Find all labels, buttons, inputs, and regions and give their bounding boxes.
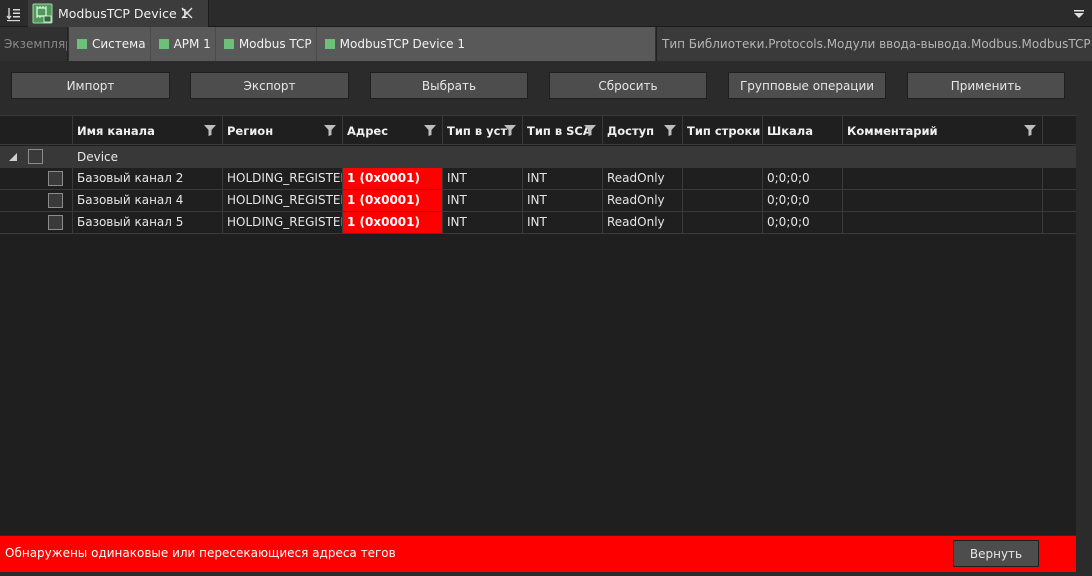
cell-comment[interactable] (843, 168, 1043, 189)
row-checkbox[interactable] (48, 171, 63, 186)
modbus-device-editor: ModbusTCP Device 1 Экземпляр Система АРМ… (0, 0, 1092, 576)
cell-scada-type[interactable]: INT (523, 212, 603, 233)
cell-name[interactable]: Базовый канал 2 (73, 168, 223, 189)
cell-device-type[interactable]: INT (443, 168, 523, 189)
cell-device-type[interactable]: INT (443, 190, 523, 211)
dropdown-menu-icon[interactable] (1065, 0, 1092, 27)
cell-access[interactable]: ReadOnly (603, 168, 683, 189)
column-header-string-type[interactable]: Тип строки (683, 116, 763, 145)
filter-icon[interactable] (504, 124, 516, 136)
cell-scada-type[interactable]: INT (523, 190, 603, 211)
cell-string-type[interactable] (683, 212, 763, 233)
breadcrumb-item-modbus-tcp[interactable]: Modbus TCP (216, 27, 317, 61)
group-checkbox[interactable] (28, 149, 43, 164)
grid-header: Имя канала Регион Адрес Тип в уст Тип в … (0, 116, 1076, 145)
cell-address-error[interactable]: 1 (0x0001) (343, 190, 443, 211)
list-sort-icon[interactable] (0, 0, 27, 27)
column-header-address[interactable]: Адрес (343, 116, 443, 145)
table-row[interactable]: Базовый канал 2 HOLDING_REGISTERS 1 (0x0… (0, 168, 1076, 190)
cell-region[interactable]: HOLDING_REGISTERS (223, 190, 343, 211)
row-checkbox[interactable] (48, 193, 63, 208)
breadcrumb: Экземпляр Система АРМ 1 Modbus TCP Modbu… (0, 27, 1092, 61)
reset-button[interactable]: Сбросить (549, 72, 707, 99)
channels-grid: Имя канала Регион Адрес Тип в уст Тип в … (0, 115, 1076, 535)
cell-comment[interactable] (843, 190, 1043, 211)
cell-name[interactable]: Базовый канал 5 (73, 212, 223, 233)
tab-modbus-device[interactable]: ModbusTCP Device 1 (28, 0, 209, 27)
cell-region[interactable]: HOLDING_REGISTERS (223, 168, 343, 189)
export-button[interactable]: Экспорт (190, 72, 349, 99)
filter-icon[interactable] (584, 124, 596, 136)
cell-address-error[interactable]: 1 (0x0001) (343, 212, 443, 233)
column-header-scale[interactable]: Шкала (763, 116, 843, 145)
cell-address-error[interactable]: 1 (0x0001) (343, 168, 443, 189)
select-button[interactable]: Выбрать (370, 72, 528, 99)
cell-name[interactable]: Базовый канал 4 (73, 190, 223, 211)
cell-scale[interactable]: 0;0;0;0 (763, 212, 843, 233)
import-button[interactable]: Импорт (11, 72, 170, 99)
collapse-caret-icon[interactable] (8, 152, 18, 162)
group-operations-button[interactable]: Групповые операции (728, 72, 886, 99)
apply-button[interactable]: Применить (907, 72, 1065, 99)
column-header-comment[interactable]: Комментарий (843, 116, 1043, 145)
breadcrumb-item-arm[interactable]: АРМ 1 (151, 27, 216, 61)
revert-button[interactable]: Вернуть (953, 540, 1039, 567)
cell-comment[interactable] (843, 212, 1043, 233)
breadcrumb-path: Система АРМ 1 Modbus TCP ModbusTCP Devic… (69, 27, 655, 61)
cell-access[interactable]: ReadOnly (603, 190, 683, 211)
object-marker-icon (223, 39, 234, 49)
group-row-device[interactable]: Device (0, 146, 1076, 168)
tab-bar: ModbusTCP Device 1 (0, 0, 1092, 27)
close-icon[interactable] (178, 4, 196, 22)
error-message: Обнаружены одинаковые или пересекающиеся… (5, 546, 396, 560)
toolbar: Импорт Экспорт Выбрать Сбросить Групповы… (0, 61, 1092, 113)
filter-icon[interactable] (424, 124, 436, 136)
filter-icon[interactable] (204, 124, 216, 136)
cell-access[interactable]: ReadOnly (603, 212, 683, 233)
column-header-region[interactable]: Регион (223, 116, 343, 145)
cell-scale[interactable]: 0;0;0;0 (763, 168, 843, 189)
cell-string-type[interactable] (683, 168, 763, 189)
object-marker-icon (158, 39, 169, 49)
table-row[interactable]: Базовый канал 5 HOLDING_REGISTERS 1 (0x0… (0, 212, 1076, 234)
column-header-name[interactable]: Имя канала (73, 116, 223, 145)
filter-icon[interactable] (1024, 124, 1036, 136)
row-checkbox[interactable] (48, 215, 63, 230)
table-row[interactable]: Базовый канал 4 HOLDING_REGISTERS 1 (0x0… (0, 190, 1076, 212)
error-status-bar: Обнаружены одинаковые или пересекающиеся… (0, 536, 1076, 572)
library-type-label: Тип Библиотеки.Protocols.Модули ввода-вы… (656, 27, 1092, 61)
filter-icon[interactable] (324, 124, 336, 136)
column-header-access[interactable]: Доступ (603, 116, 683, 145)
object-marker-icon (77, 39, 87, 49)
column-header-select (0, 116, 73, 145)
filter-icon[interactable] (664, 124, 676, 136)
cell-scada-type[interactable]: INT (523, 168, 603, 189)
cell-device-type[interactable]: INT (443, 212, 523, 233)
tab-title: ModbusTCP Device 1 (58, 6, 189, 21)
breadcrumb-item-device[interactable]: ModbusTCP Device 1 (317, 27, 469, 61)
cell-string-type[interactable] (683, 190, 763, 211)
column-header-device-type[interactable]: Тип в уст (443, 116, 523, 145)
instance-label: Экземпляр (0, 27, 68, 61)
device-module-icon (32, 3, 53, 24)
breadcrumb-item-system[interactable]: Система (69, 27, 151, 61)
cell-region[interactable]: HOLDING_REGISTERS (223, 212, 343, 233)
object-marker-icon (324, 39, 335, 49)
column-header-scada-type[interactable]: Тип в SCA (523, 116, 603, 145)
group-label: Device (77, 150, 119, 164)
cell-scale[interactable]: 0;0;0;0 (763, 190, 843, 211)
vertical-scrollbar-track[interactable] (1076, 113, 1092, 576)
